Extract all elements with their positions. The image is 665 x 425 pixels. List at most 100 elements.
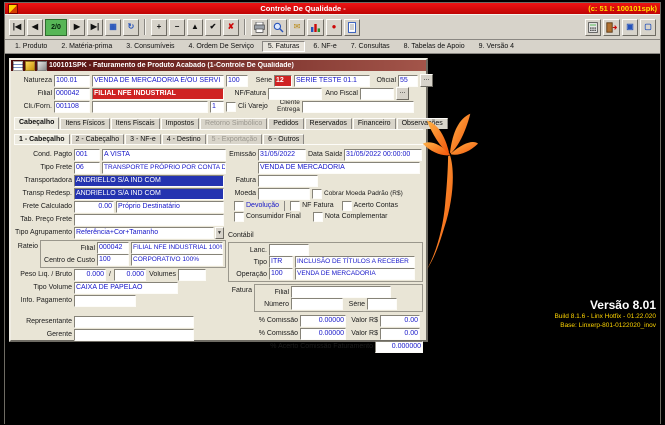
- print-button[interactable]: [251, 19, 268, 36]
- tab-cabecalho[interactable]: Cabeçalho: [14, 117, 59, 129]
- menu-item-nfe[interactable]: 6. NF-e: [307, 41, 342, 52]
- centro-custo-desc-field[interactable]: CORPORATIVO 100%: [131, 254, 223, 266]
- subtab-6-outros[interactable]: 6 - Outros: [263, 134, 304, 144]
- tab-retorno-simbolico[interactable]: Retorno Simbólico: [200, 118, 267, 129]
- nav-first-button[interactable]: |◀: [9, 19, 25, 36]
- fatura-serie-field[interactable]: [367, 298, 397, 310]
- tab-financeiro[interactable]: Financeiro: [353, 118, 396, 129]
- rateio-filial-desc-field[interactable]: FILIAL NFE INDUSTRIAL 100%: [131, 242, 223, 254]
- consumidor-final-checkbox[interactable]: [234, 212, 244, 222]
- ano-fiscal-field[interactable]: [360, 88, 394, 100]
- titlebar[interactable]: Controle De Qualidade - (c: 51 I: 100101…: [5, 3, 660, 14]
- tipo-volume-field[interactable]: CAIXA DE PAPELAO: [74, 282, 178, 294]
- tab-itens-fiscais[interactable]: Itens Fiscais: [111, 118, 160, 129]
- contabil-tipo-desc-field[interactable]: INCLUSÃO DE TÍTULOS A RECEBER: [295, 256, 415, 268]
- exit-button[interactable]: [603, 19, 620, 36]
- nota-complementar-checkbox[interactable]: [313, 212, 323, 222]
- cli-forn-name-field[interactable]: [92, 101, 208, 113]
- fatura-filial-field[interactable]: [291, 286, 391, 298]
- chevron-down-icon[interactable]: ▼: [215, 227, 224, 239]
- subtab-5-exportacao[interactable]: 5 - Exportação: [207, 134, 263, 144]
- tipo-frete-desc-field[interactable]: TRANSPORTE PRÓPRIO POR CONTA D: [102, 162, 226, 174]
- subtab-2-cabecalho[interactable]: 2 - Cabeçalho: [71, 134, 125, 144]
- data-saida-field[interactable]: 31/05/2022 00:00:00: [344, 149, 422, 161]
- faturamento-titlebar[interactable]: 100101SPK - Faturamento de Produto Acaba…: [11, 60, 426, 71]
- comissao2-field[interactable]: 0.00000: [300, 328, 346, 340]
- tipo-venda-field[interactable]: VENDA DE MERCADORIA: [258, 162, 420, 174]
- moeda-field[interactable]: [258, 188, 310, 200]
- operacao-desc-field[interactable]: VENDA DE MERCADORIA: [295, 268, 415, 280]
- tab-reservados[interactable]: Reservados: [305, 118, 352, 129]
- browse-button[interactable]: ▦: [105, 19, 121, 36]
- delete-record-button[interactable]: −: [169, 19, 185, 36]
- menu-item-tabelas-de-apoio[interactable]: 8. Tabelas de Apoio: [398, 41, 471, 52]
- operacao-code-field[interactable]: 100: [269, 268, 293, 280]
- wrench-icon[interactable]: [37, 61, 47, 71]
- add-record-button[interactable]: +: [151, 19, 167, 36]
- subtab-1-cabecalho[interactable]: 1 - Cabeçalho: [14, 134, 70, 144]
- representante-field[interactable]: [74, 316, 194, 328]
- tab-itens-fisicos[interactable]: Itens Físicos: [60, 118, 109, 129]
- natureza-extra-field[interactable]: 100: [226, 75, 248, 87]
- cli-varejo-checkbox[interactable]: [226, 102, 236, 112]
- menu-item-consultas[interactable]: 7. Consultas: [345, 41, 396, 52]
- menu-item-versao-4[interactable]: 9. Versão 4: [473, 41, 520, 52]
- transportadora-field[interactable]: ANDRIELLO S/A IND COM: [74, 175, 224, 187]
- cli-forn-code-field[interactable]: 001108: [54, 101, 90, 113]
- tab-impostos[interactable]: Impostos: [161, 118, 199, 129]
- grid-icon[interactable]: [13, 61, 23, 71]
- transp-redesp-field[interactable]: ANDRIELLO S/A IND COM: [74, 188, 224, 200]
- subtab-4-destino[interactable]: 4 - Destino: [162, 134, 206, 144]
- record-button[interactable]: ●: [326, 19, 342, 36]
- key-icon[interactable]: [25, 61, 35, 71]
- peso-liquido-field[interactable]: 0.000: [74, 269, 106, 281]
- info-pagamento-field[interactable]: [74, 295, 136, 307]
- filial-desc-field[interactable]: FILIAL NFE INDUSTRIAL: [92, 88, 224, 100]
- centro-custo-code-field[interactable]: 100: [97, 254, 129, 266]
- cobrar-moeda-checkbox[interactable]: [312, 189, 322, 199]
- calculator-button[interactable]: [585, 19, 601, 36]
- rateio-filial-code-field[interactable]: 000042: [97, 242, 129, 254]
- document-button[interactable]: [344, 19, 360, 36]
- nav-last-button[interactable]: ▶|: [87, 19, 103, 36]
- oficial-lookup-button[interactable]: ...: [420, 74, 433, 87]
- nf-fatura-checkbox[interactable]: [290, 201, 300, 211]
- natureza-desc-field[interactable]: VENDA DE MERCADORIA E/OU SERVI: [92, 75, 224, 87]
- fatura-field[interactable]: [258, 175, 318, 187]
- edit-record-button[interactable]: ▲: [187, 19, 203, 36]
- mail-button[interactable]: ✉: [289, 19, 305, 36]
- lanc-field[interactable]: [269, 244, 309, 256]
- emissao-field[interactable]: 31/05/2022: [258, 149, 306, 161]
- tipo-frete-code-field[interactable]: 06: [74, 162, 100, 174]
- peso-bruto-field[interactable]: 0.000: [114, 269, 146, 281]
- menu-item-materia-prima[interactable]: 2. Matéria-prima: [55, 41, 118, 52]
- ano-fiscal-lookup-button[interactable]: ...: [396, 87, 409, 100]
- nf-fatura-field[interactable]: [268, 88, 322, 100]
- tipo-agrupamento-field[interactable]: Referência+Cor+Tamanho: [74, 227, 214, 239]
- acerto-contas-checkbox[interactable]: [342, 201, 352, 211]
- volumes-field[interactable]: [178, 269, 206, 281]
- oficial-field[interactable]: 55: [398, 75, 418, 87]
- serie-desc-field[interactable]: SERIE TESTE 01.1: [294, 75, 370, 87]
- chart-button[interactable]: [307, 19, 324, 36]
- natureza-code-field[interactable]: 100.01: [54, 75, 90, 87]
- cond-pagto-code-field[interactable]: 001: [74, 149, 100, 161]
- menu-item-faturas[interactable]: 5. Faturas: [262, 41, 306, 52]
- tab-preco-frete-field[interactable]: [74, 214, 224, 226]
- cond-pagto-desc-field[interactable]: A VISTA: [102, 149, 226, 161]
- menu-item-produto[interactable]: 1. Produto: [9, 41, 53, 52]
- refresh-button[interactable]: ↻: [123, 19, 139, 36]
- nav-prev-button[interactable]: ◀: [27, 19, 43, 36]
- frete-tipo-field[interactable]: Próprio Destinatário: [116, 201, 224, 213]
- serie-code-field[interactable]: 12: [274, 75, 292, 87]
- filial-code-field[interactable]: 000042: [54, 88, 90, 100]
- contabil-tipo-code-field[interactable]: ITR: [269, 256, 293, 268]
- valor2-field[interactable]: 0.00: [380, 328, 420, 340]
- frete-calculado-field[interactable]: 0.00: [74, 201, 114, 213]
- tab-pedidos[interactable]: Pedidos: [268, 118, 303, 129]
- tile-windows-button[interactable]: ▢: [640, 19, 656, 36]
- confirm-button[interactable]: ✔: [205, 19, 221, 36]
- cli-forn-seq-field[interactable]: 1: [210, 101, 224, 113]
- cliente-entrega-field[interactable]: [302, 101, 414, 113]
- menu-item-ordem-de-servico[interactable]: 4. Ordem De Serviço: [183, 41, 260, 52]
